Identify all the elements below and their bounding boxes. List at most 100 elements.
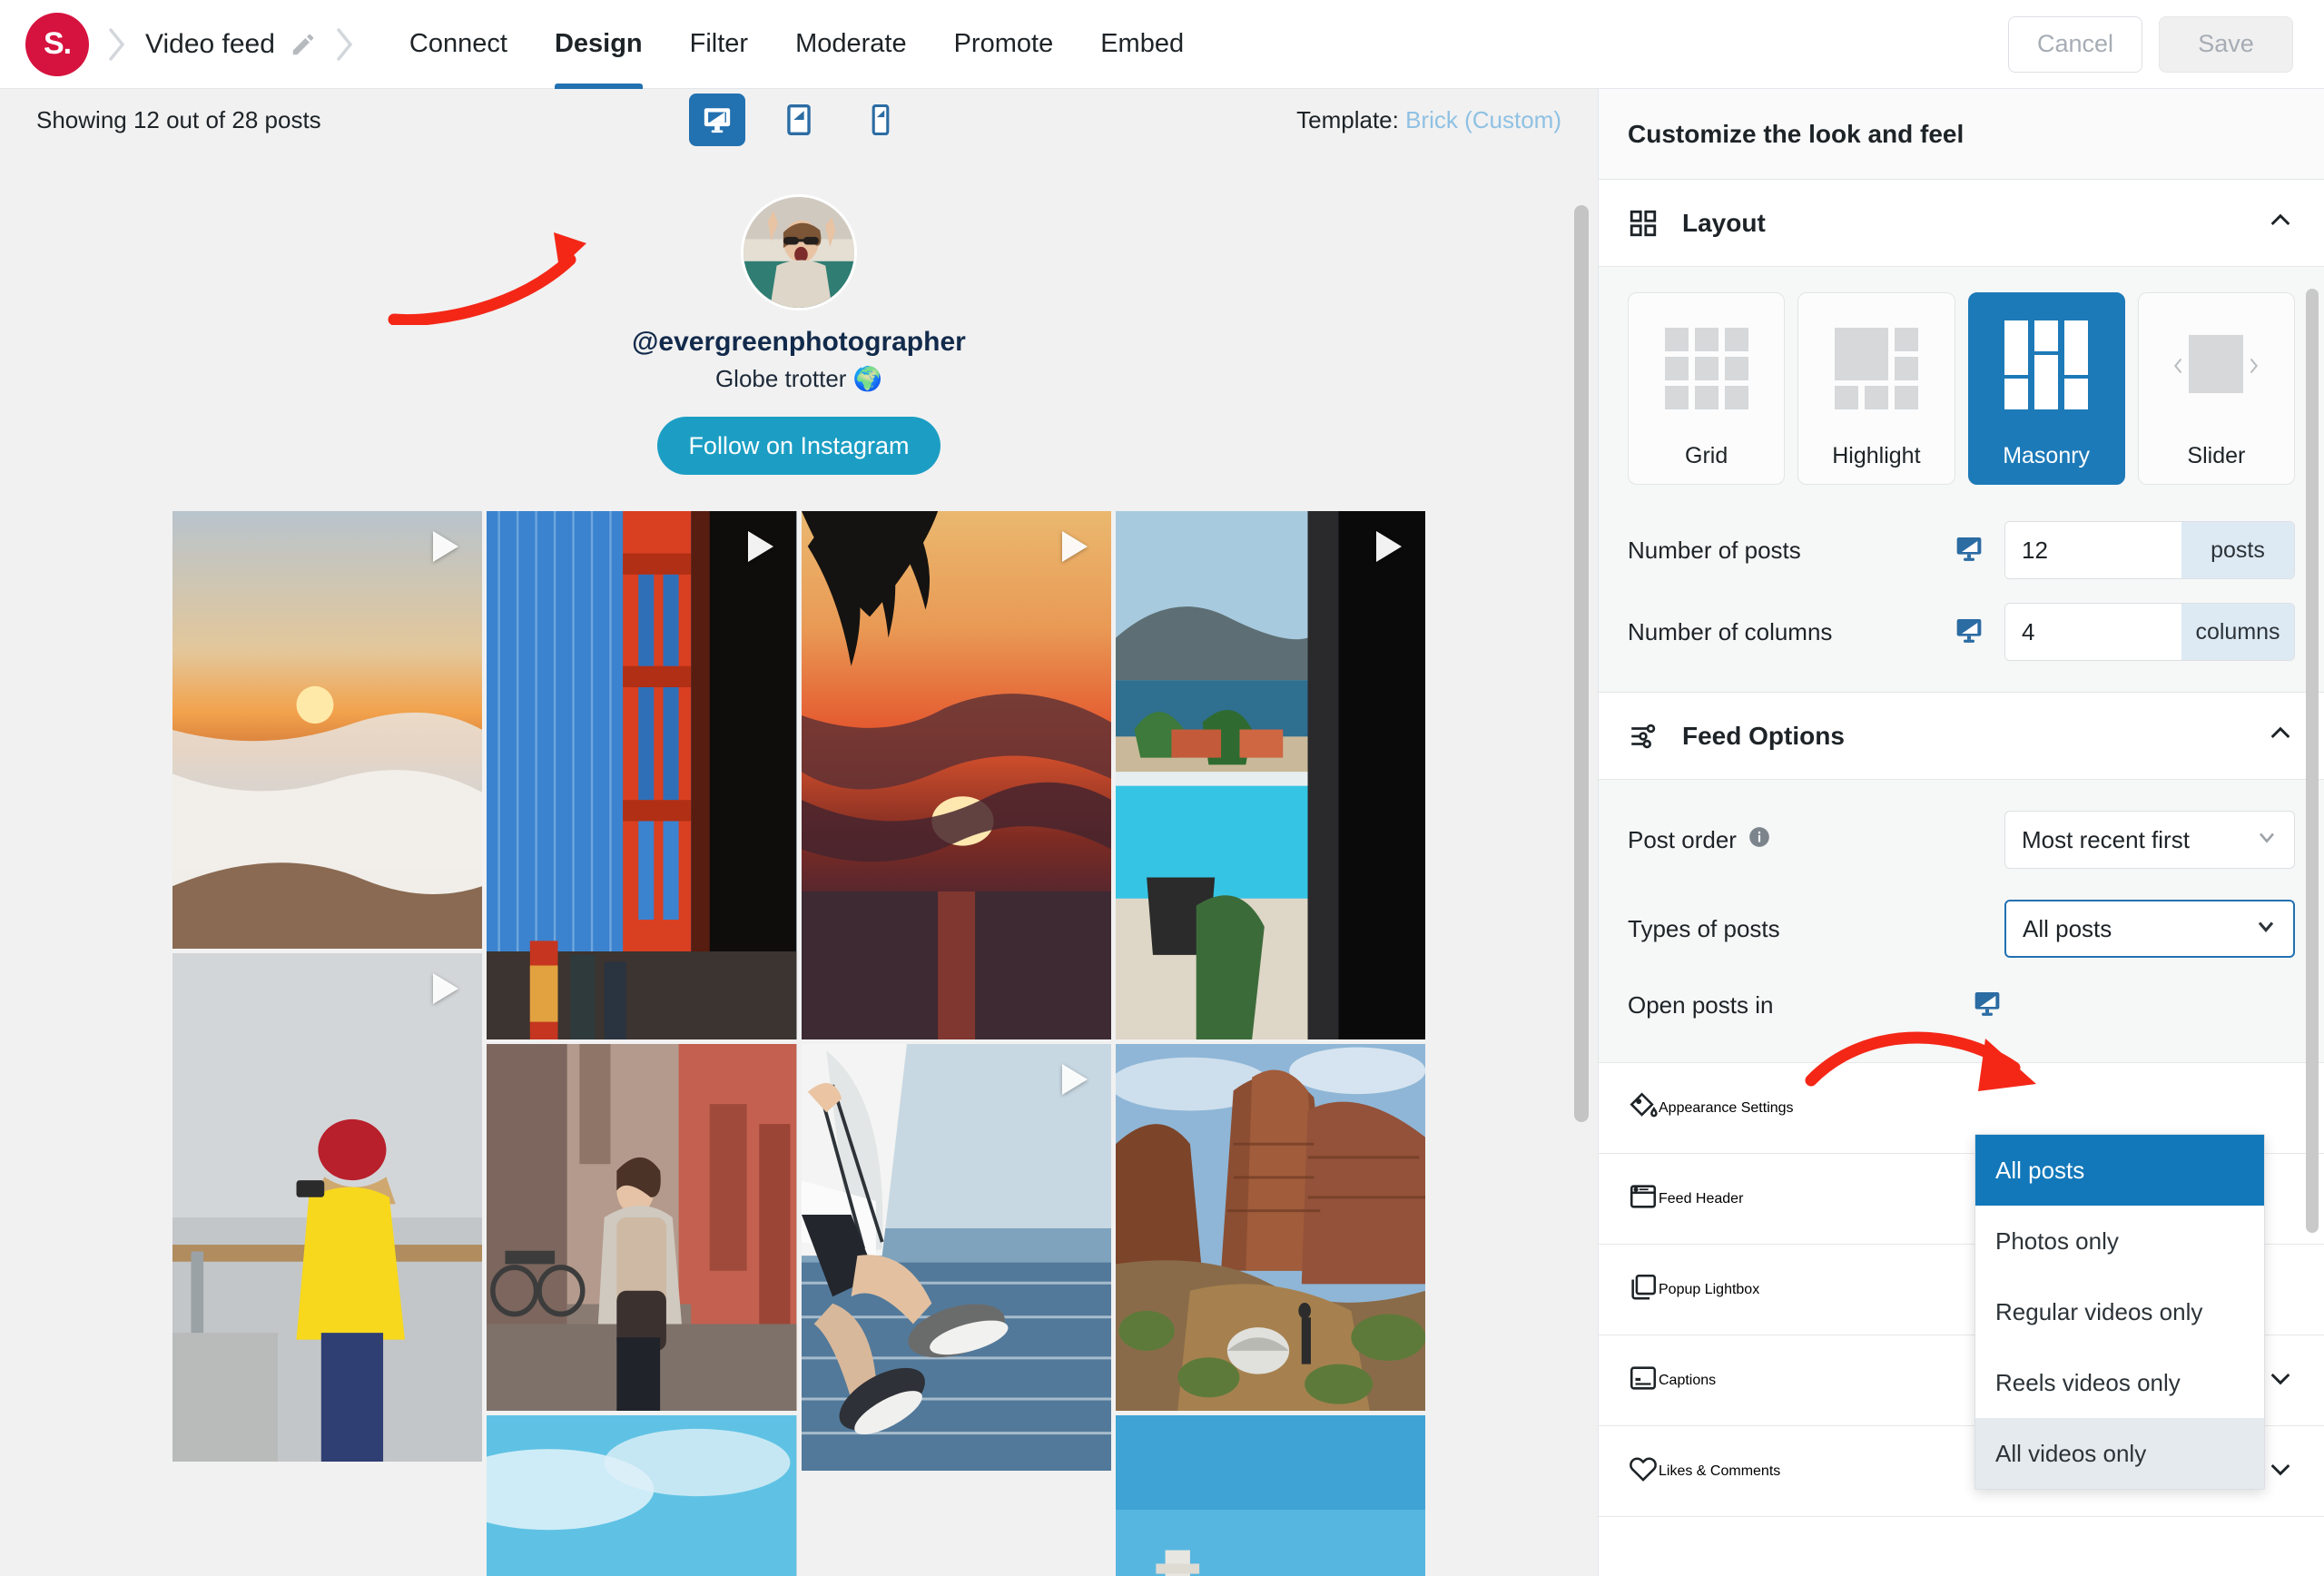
layers-icon (1628, 1272, 1659, 1307)
field-number-of-columns: Number of columns columns (1628, 603, 2295, 661)
template-label: Template: (1296, 105, 1399, 133)
feed-header-preview: @evergreenphotographer Globe trotter 🌍 F… (0, 151, 1598, 475)
layout-option-label: Masonry (2003, 443, 2091, 468)
number-of-columns-input[interactable] (2005, 604, 2181, 660)
section-likes-comments-label: Likes & Comments (1659, 1463, 1781, 1479)
play-icon (747, 531, 773, 562)
section-layout-label: Layout (1682, 208, 1766, 237)
desktop-icon (1954, 534, 1984, 567)
feed-post-tile[interactable] (172, 953, 483, 1462)
slider-thumbnail-icon (2174, 313, 2259, 419)
masonry-thumbnail-icon (2004, 313, 2089, 419)
post-order-value: Most recent first (2022, 825, 2190, 853)
top-bar-actions: Cancel Save (2008, 15, 2293, 73)
feed-post-tile[interactable] (487, 1415, 797, 1576)
breadcrumb-chevron-icon (107, 26, 127, 63)
feed-column-3 (801, 511, 1111, 1471)
save-button[interactable]: Save (2159, 15, 2293, 73)
section-feed-options-body: Post order Most recent first Types of po… (1599, 780, 2324, 1063)
follow-on-instagram-button[interactable]: Follow on Instagram (657, 417, 940, 475)
tab-design[interactable]: Design (531, 0, 666, 89)
chevron-down-icon (2254, 824, 2280, 856)
number-of-posts-input[interactable] (2005, 522, 2181, 578)
feed-column-1 (172, 511, 483, 1462)
section-appearance-label: Appearance Settings (1659, 1099, 1794, 1116)
dropdown-item-all-videos-only[interactable]: All videos only (1975, 1418, 2264, 1489)
sliders-icon (1628, 721, 1668, 752)
layout-option-masonry[interactable]: Masonry (1967, 292, 2125, 485)
section-feed-options-label: Feed Options (1682, 721, 1845, 750)
post-order-label: Post order (1628, 825, 1737, 853)
layout-option-label: Grid (1685, 443, 1728, 468)
section-captions-label: Captions (1659, 1372, 1717, 1388)
open-posts-in-label: Open posts in (1628, 991, 1774, 1019)
chevron-down-icon (2266, 1364, 2295, 1397)
field-post-order: Post order Most recent first (1628, 811, 2295, 869)
dropdown-item-photos-only[interactable]: Photos only (1975, 1206, 2264, 1276)
section-feed-options-header[interactable]: Feed Options (1599, 693, 2324, 780)
grid-icon (1628, 208, 1668, 239)
dropdown-item-all-posts[interactable]: All posts (1975, 1135, 2264, 1206)
post-order-select[interactable]: Most recent first (2004, 811, 2295, 869)
post-order-label-group: Post order (1628, 825, 1771, 855)
play-icon (1376, 531, 1402, 562)
types-of-posts-dropdown: All posts Photos only Regular videos onl… (1974, 1134, 2265, 1490)
feed-post-tile[interactable] (801, 1044, 1111, 1471)
sidebar-scrollbar[interactable] (2306, 289, 2319, 1233)
number-of-posts-input-wrap: posts (2004, 521, 2295, 579)
app-logo[interactable]: S. (25, 12, 89, 76)
types-of-posts-select[interactable]: All posts (2004, 900, 2295, 958)
desktop-icon (1972, 989, 2003, 1022)
profile-bio: Globe trotter 🌍 (714, 365, 883, 392)
feed-column-4 (1115, 511, 1425, 1576)
field-types-of-posts: Types of posts All posts (1628, 900, 2295, 958)
play-icon (433, 531, 459, 562)
field-open-posts-in: Open posts in (1628, 989, 2295, 1022)
chevron-down-icon (2266, 1454, 2295, 1488)
tab-connect[interactable]: Connect (386, 0, 531, 89)
dropdown-item-reels-videos-only[interactable]: Reels videos only (1975, 1347, 2264, 1418)
tab-embed[interactable]: Embed (1077, 0, 1207, 89)
showing-count: Showing 12 out of 28 posts (36, 105, 321, 133)
section-popup-lightbox-label: Popup Lightbox (1659, 1281, 1760, 1297)
tablet-view-button[interactable] (771, 94, 827, 146)
nav-tabs: Connect Design Filter Moderate Promote E… (386, 0, 1207, 89)
layout-option-grid[interactable]: Grid (1628, 292, 1786, 485)
feed-post-tile[interactable] (487, 511, 797, 1039)
mobile-view-button[interactable] (852, 94, 909, 146)
feed-post-tile[interactable] (172, 511, 483, 949)
avatar (741, 194, 857, 310)
chevron-down-icon (2253, 913, 2279, 945)
feed-post-tile[interactable] (1115, 511, 1425, 1039)
preview-toolbar: Showing 12 out of 28 posts Template: Bri… (0, 89, 1598, 151)
dropdown-item-regular-videos-only[interactable]: Regular videos only (1975, 1276, 2264, 1347)
play-icon (1061, 1064, 1088, 1095)
info-icon[interactable] (1748, 825, 1771, 855)
preview-scrollbar[interactable] (1574, 205, 1589, 1122)
pencil-icon[interactable] (290, 31, 317, 58)
layout-options: Grid Highlight Masonry Slider (1628, 292, 2295, 485)
layout-option-highlight[interactable]: Highlight (1797, 292, 1955, 485)
tab-filter[interactable]: Filter (666, 0, 772, 89)
body: Showing 12 out of 28 posts Template: Bri… (0, 89, 2324, 1576)
layout-option-label: Highlight (1832, 443, 1921, 468)
template-link[interactable]: Brick (Custom) (1405, 106, 1561, 133)
feed-post-tile[interactable] (1115, 1415, 1425, 1576)
layout-option-label: Slider (2187, 443, 2246, 468)
tab-promote[interactable]: Promote (931, 0, 1078, 89)
section-layout-header[interactable]: Layout (1599, 180, 2324, 267)
settings-sidebar: Customize the look and feel Layout Grid … (1598, 89, 2324, 1576)
grid-thumbnail-icon (1664, 313, 1748, 419)
feed-column-2 (487, 511, 797, 1576)
desktop-icon (1954, 616, 1984, 649)
feed-post-tile[interactable] (487, 1044, 797, 1411)
desktop-view-button[interactable] (689, 94, 745, 146)
chevron-up-icon (2266, 719, 2295, 753)
cancel-button[interactable]: Cancel (2008, 15, 2142, 73)
feed-post-tile[interactable] (1115, 1044, 1425, 1411)
feed-name: Video feed (145, 28, 275, 59)
tab-moderate[interactable]: Moderate (772, 0, 931, 89)
field-number-of-posts: Number of posts posts (1628, 521, 2295, 579)
layout-option-slider[interactable]: Slider (2137, 292, 2295, 485)
feed-post-tile[interactable] (801, 511, 1111, 1039)
